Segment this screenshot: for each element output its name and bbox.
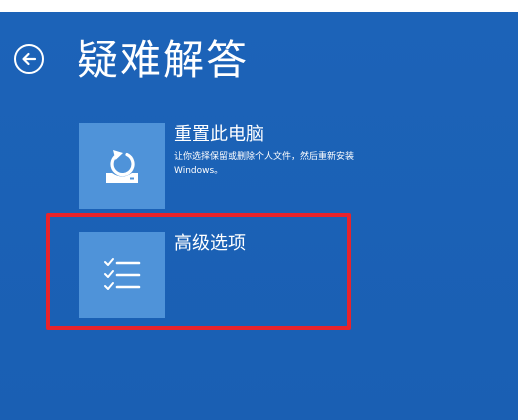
- troubleshoot-screen: 疑难解答 重置此电脑 让你选择保留或删除个人文件，然后重新安装 Windows。: [0, 12, 518, 420]
- reset-pc-description: 让你选择保留或删除个人文件，然后重新安装 Windows。: [174, 152, 355, 176]
- page-title: 疑难解答: [77, 36, 249, 84]
- reset-pc-option[interactable]: 重置此电脑 让你选择保留或删除个人文件，然后重新安装 Windows。: [79, 123, 369, 209]
- back-button[interactable]: [14, 44, 44, 74]
- advanced-options-option[interactable]: 高级选项: [79, 232, 349, 318]
- reset-pc-title: 重置此电脑: [174, 124, 264, 145]
- checklist-icon: [104, 258, 141, 290]
- reset-pc-tile: [79, 123, 165, 209]
- advanced-options-title: 高级选项: [174, 233, 246, 254]
- back-arrow-icon: [22, 52, 37, 66]
- advanced-options-tile: [79, 232, 165, 318]
- reset-pc-icon: [106, 150, 138, 183]
